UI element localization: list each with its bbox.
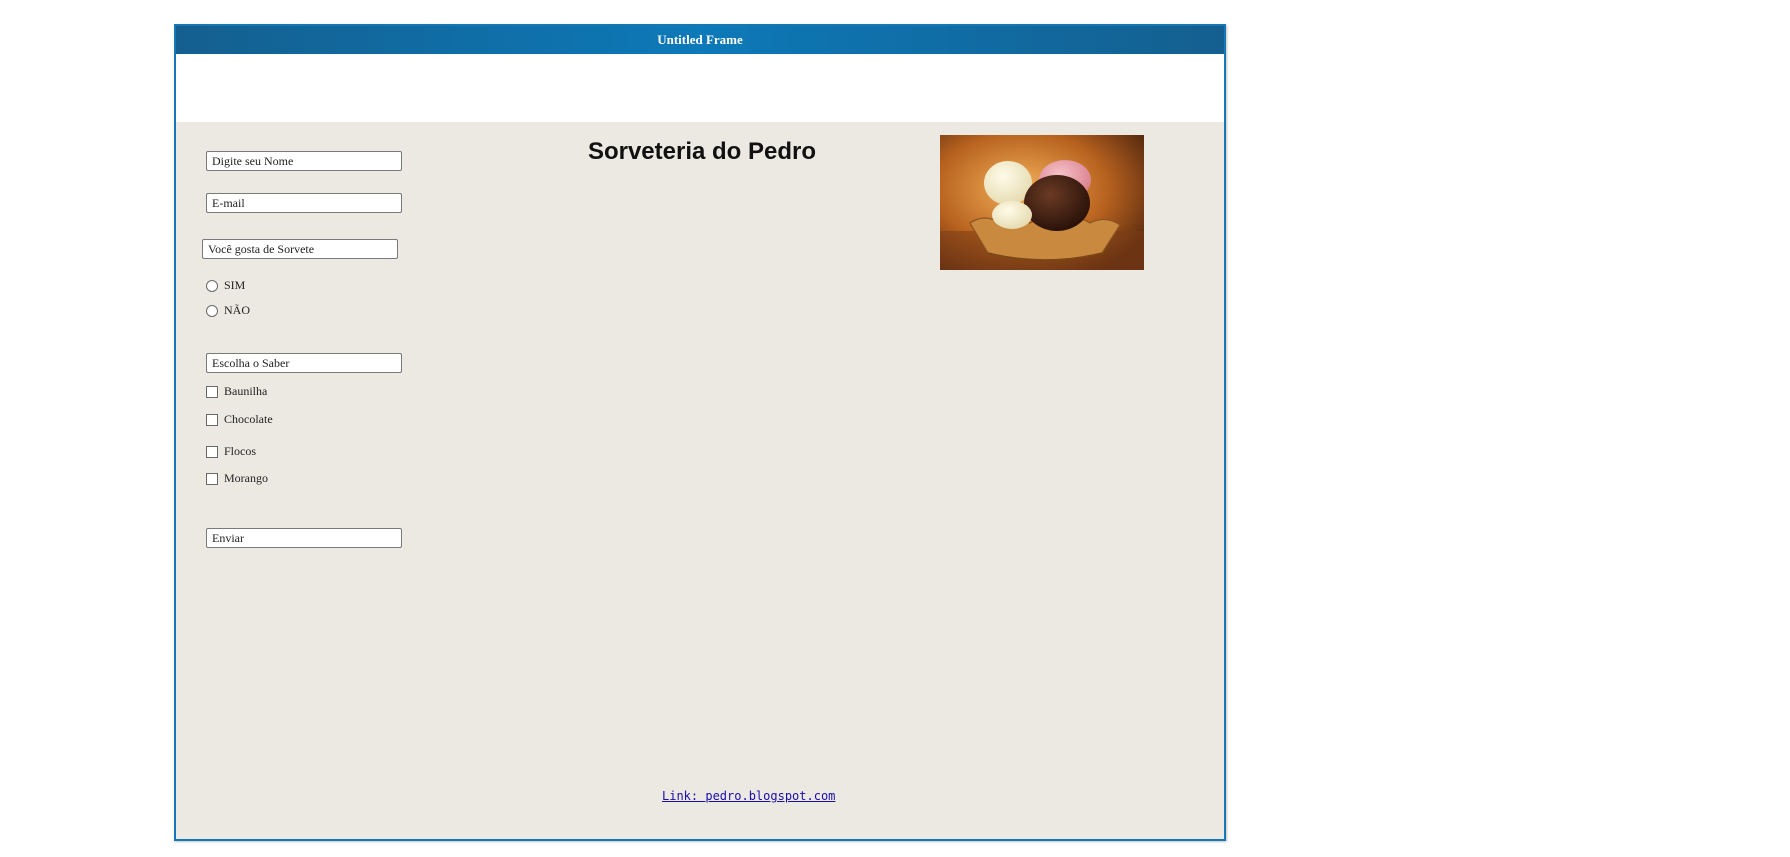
- footer-link[interactable]: Link: pedro.blogspot.com: [662, 789, 835, 803]
- checkbox-option-morango[interactable]: Morango: [206, 471, 268, 486]
- checkbox-label: Morango: [224, 471, 268, 485]
- checkbox[interactable]: [206, 472, 218, 485]
- name-field[interactable]: Digite seu Nome: [206, 151, 402, 171]
- checkbox-label: Baunilha: [224, 384, 268, 398]
- checkbox[interactable]: [206, 413, 218, 426]
- checkbox-option-flocos[interactable]: Flocos: [206, 444, 256, 459]
- radio-option-nao[interactable]: NÃO: [206, 303, 250, 318]
- app-frame: Untitled Frame Digite seu Nome E-mail Vo…: [174, 24, 1226, 841]
- checkbox-label: Chocolate: [224, 412, 273, 426]
- radio-label: NÃO: [224, 303, 250, 317]
- checkbox[interactable]: [206, 445, 218, 458]
- radio-button[interactable]: [206, 279, 218, 292]
- page-title: Sorveteria do Pedro: [587, 138, 817, 165]
- radio-option-sim[interactable]: SIM: [206, 278, 245, 293]
- checkbox-option-chocolate[interactable]: Chocolate: [206, 412, 273, 427]
- checkbox-option-baunilha[interactable]: Baunilha: [206, 384, 267, 399]
- ice-cream-photo: [940, 135, 1144, 270]
- radio-label: SIM: [224, 278, 246, 292]
- window-titlebar: Untitled Frame: [176, 26, 1224, 54]
- radio-button[interactable]: [206, 304, 218, 317]
- content-panel: Digite seu Nome E-mail Você gosta de Sor…: [176, 122, 1224, 839]
- window-title: Untitled Frame: [657, 32, 743, 47]
- checkbox[interactable]: [206, 385, 218, 398]
- ice-cream-illustration: [940, 135, 1144, 270]
- header-band: [176, 54, 1224, 122]
- checkbox-label: Flocos: [224, 444, 257, 458]
- question-field[interactable]: Você gosta de Sorvete: [202, 239, 398, 259]
- email-field[interactable]: E-mail: [206, 193, 402, 213]
- submit-field[interactable]: Enviar: [206, 528, 402, 548]
- flavor-field[interactable]: Escolha o Saber: [206, 353, 402, 373]
